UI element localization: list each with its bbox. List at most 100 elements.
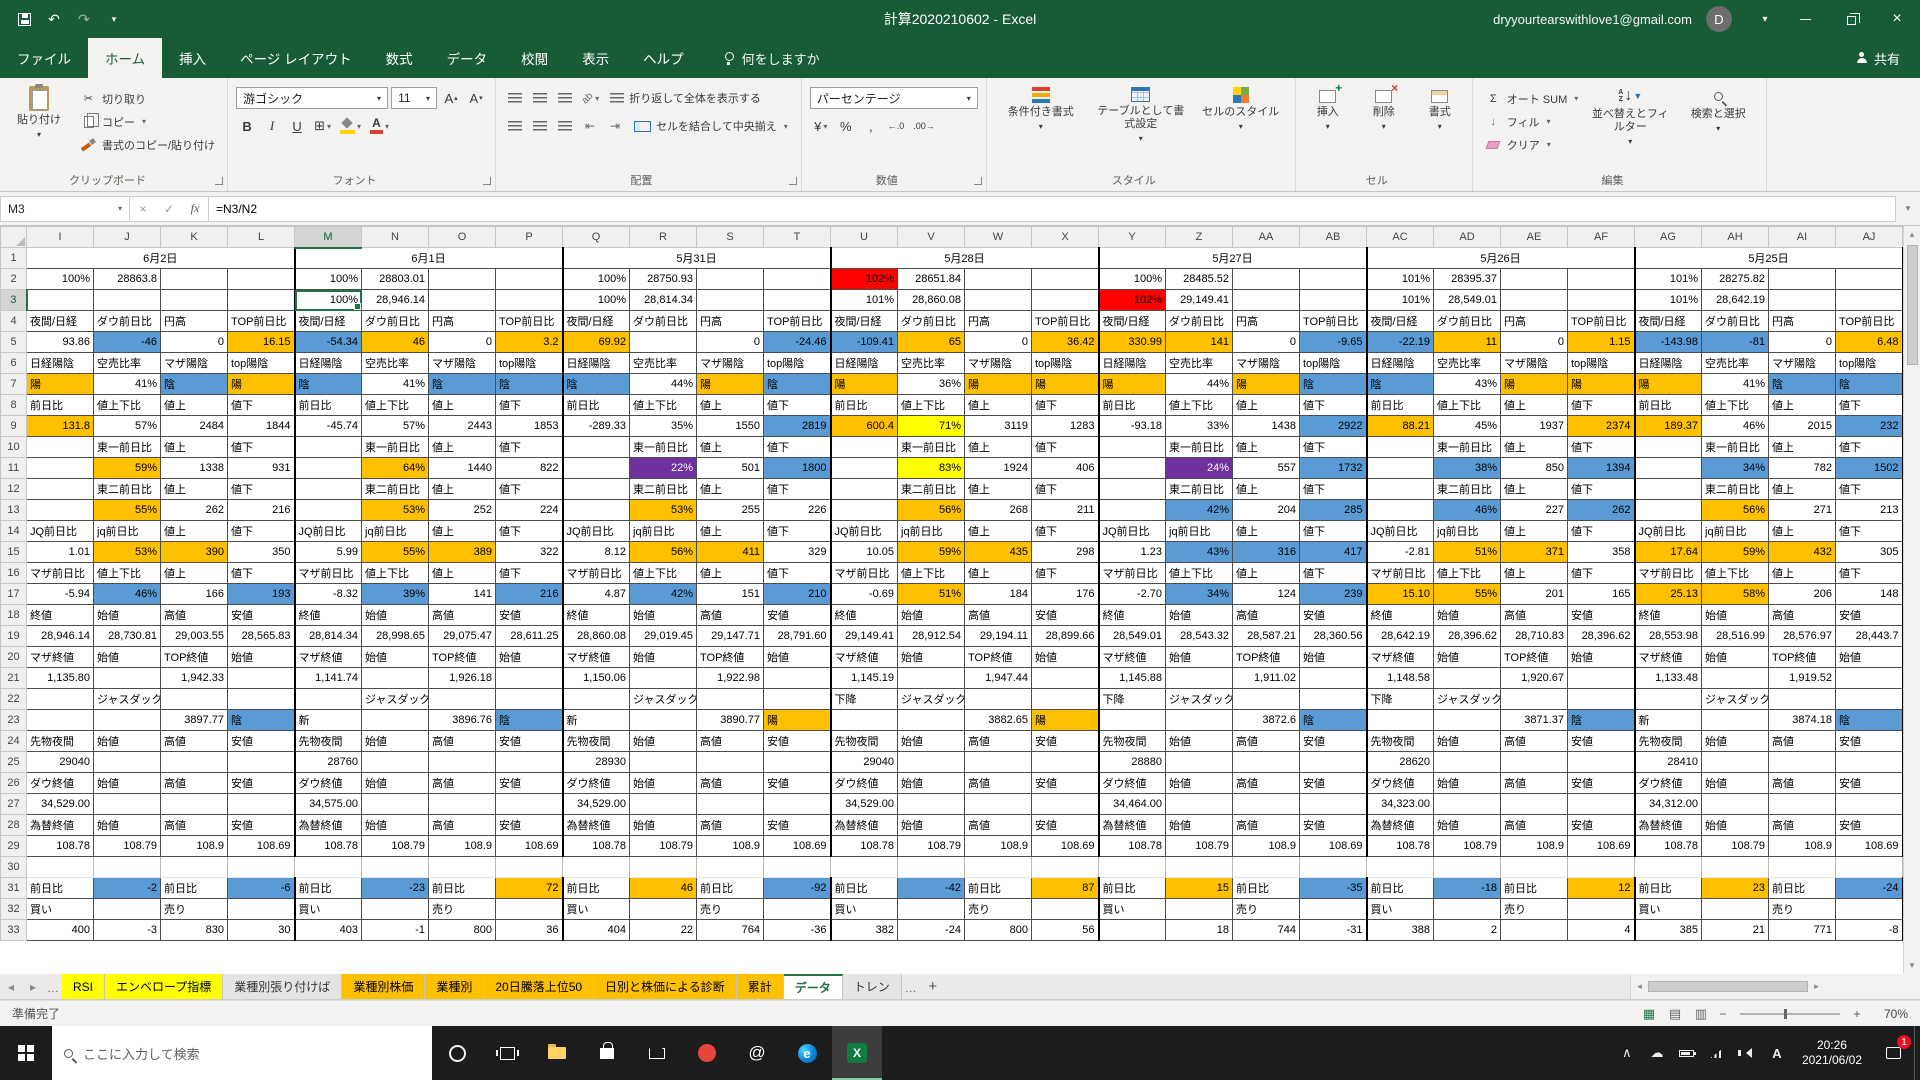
increase-decimal-button[interactable]: ←.0 (885, 115, 908, 137)
cell-J11[interactable]: 59% (94, 458, 161, 479)
cell-N17[interactable]: 39% (362, 584, 429, 605)
cell-U30[interactable] (831, 857, 898, 878)
cell-AH12[interactable]: 東二前日比 (1702, 479, 1769, 500)
cell-R15[interactable]: 56% (630, 542, 697, 563)
cell-L3[interactable] (228, 290, 295, 311)
cell-U27[interactable]: 34,529.00 (831, 794, 898, 815)
cell-AA24[interactable]: 高値 (1233, 731, 1300, 752)
close-button[interactable]: × (1874, 0, 1920, 38)
cell-AI31[interactable]: 前日比 (1769, 878, 1836, 899)
cell-S33[interactable]: 764 (697, 920, 764, 941)
decrease-indent-button[interactable]: ⇤ (579, 115, 601, 137)
cell-X7[interactable]: 陽 (1032, 374, 1099, 395)
format-as-table-button[interactable]: テーブルとして書式設定▾ (1095, 82, 1187, 171)
cell-AB13[interactable]: 285 (1300, 500, 1367, 521)
cell-V4[interactable]: ダウ前日比 (898, 311, 965, 332)
borders-button[interactable]: ⊞▾ (311, 115, 334, 137)
cell-Y24[interactable]: 先物夜間 (1099, 731, 1166, 752)
cell-S5[interactable]: 0 (697, 332, 764, 353)
name-box[interactable]: M3▾ (0, 196, 130, 222)
cell-K16[interactable]: 値上 (161, 563, 228, 584)
cell-P26[interactable]: 安値 (496, 773, 563, 794)
cell-O10[interactable]: 値上 (429, 437, 496, 458)
cell-Q17[interactable]: 4.87 (563, 584, 630, 605)
zoom-slider-thumb[interactable] (1784, 1009, 1787, 1019)
cell-T21[interactable] (764, 668, 831, 689)
cell-Z6[interactable]: 空売比率 (1166, 353, 1233, 374)
cell-U11[interactable] (831, 458, 898, 479)
cell-X12[interactable]: 値下 (1032, 479, 1099, 500)
cell-AI2[interactable] (1769, 269, 1836, 290)
cell-Y14[interactable]: JQ前日比 (1099, 521, 1166, 542)
cell-O16[interactable]: 値上 (429, 563, 496, 584)
cell-N29[interactable]: 108.79 (362, 836, 429, 857)
ribbon-tab-6[interactable]: 校閲 (504, 38, 565, 78)
cell-M11[interactable] (295, 458, 362, 479)
cell-R25[interactable] (630, 752, 697, 773)
cell-AA16[interactable]: 値上 (1233, 563, 1300, 584)
cell-S11[interactable]: 501 (697, 458, 764, 479)
cell-Y30[interactable] (1099, 857, 1166, 878)
cell-M22[interactable] (295, 689, 362, 710)
cell-AA3[interactable] (1233, 290, 1300, 311)
store-button[interactable] (582, 1026, 632, 1080)
cell-P15[interactable]: 322 (496, 542, 563, 563)
cell-I30[interactable] (27, 857, 94, 878)
cell-AH26[interactable]: 始値 (1702, 773, 1769, 794)
cell-M14[interactable]: JQ前日比 (295, 521, 362, 542)
row-header-15[interactable]: 15 (1, 542, 27, 563)
cell-AF10[interactable]: 値下 (1568, 437, 1635, 458)
cell-AA19[interactable]: 28,587.21 (1233, 626, 1300, 647)
cell-X33[interactable]: 56 (1032, 920, 1099, 941)
cell-AD29[interactable]: 108.79 (1434, 836, 1501, 857)
cell-V24[interactable]: 始値 (898, 731, 965, 752)
cell-AH3[interactable]: 28,642.19 (1702, 290, 1769, 311)
cell-R24[interactable]: 始値 (630, 731, 697, 752)
cell-K22[interactable] (161, 689, 228, 710)
conditional-formatting-button[interactable]: 条件付き書式▾ (995, 82, 1087, 171)
cell-O20[interactable]: TOP終値 (429, 647, 496, 668)
cell-J27[interactable] (94, 794, 161, 815)
cell-M28[interactable]: 為替終値 (295, 815, 362, 836)
column-header-Z[interactable]: Z (1166, 227, 1233, 248)
cell-Z2[interactable]: 28485.52 (1166, 269, 1233, 290)
scroll-right-icon[interactable]: ▸ (1808, 981, 1825, 992)
sort-filter-button[interactable]: AZ↓▼並べ替えとフィルター▾ (1590, 82, 1670, 171)
cell-T3[interactable] (764, 290, 831, 311)
cell-AE30[interactable] (1501, 857, 1568, 878)
cell-W2[interactable] (965, 269, 1032, 290)
cell-AE12[interactable]: 値上 (1501, 479, 1568, 500)
cell-AF20[interactable]: 始値 (1568, 647, 1635, 668)
cell-AC13[interactable] (1367, 500, 1434, 521)
cell-V26[interactable]: 始値 (898, 773, 965, 794)
cell-M18[interactable]: 終値 (295, 605, 362, 626)
number-dialog-launcher-icon[interactable] (974, 177, 982, 185)
cell-Z18[interactable]: 始値 (1166, 605, 1233, 626)
cortana-button[interactable] (432, 1026, 482, 1080)
cell-M2[interactable]: 100% (295, 269, 362, 290)
cell-V14[interactable]: jq前日比 (898, 521, 965, 542)
cell-AH22[interactable]: ジャスダック (1702, 689, 1769, 710)
cell-R2[interactable]: 28750.93 (630, 269, 697, 290)
scroll-down-icon[interactable]: ▾ (1904, 957, 1920, 974)
cell-P19[interactable]: 28,611.25 (496, 626, 563, 647)
cell-AA22[interactable] (1233, 689, 1300, 710)
cell-X5[interactable]: 36.42 (1032, 332, 1099, 353)
cell-L2[interactable] (228, 269, 295, 290)
cell-AF17[interactable]: 165 (1568, 584, 1635, 605)
hidden-tabs-indicator-left[interactable]: … (44, 974, 62, 999)
cell-U13[interactable] (831, 500, 898, 521)
cell-AD21[interactable] (1434, 668, 1501, 689)
network-icon[interactable] (1702, 1026, 1732, 1080)
cell-AG24[interactable]: 先物夜間 (1635, 731, 1702, 752)
cell-AJ26[interactable]: 安値 (1836, 773, 1903, 794)
cell-AJ28[interactable]: 安値 (1836, 815, 1903, 836)
cell-V2[interactable]: 28651.84 (898, 269, 965, 290)
increase-indent-button[interactable]: ⇥ (604, 115, 626, 137)
cell-Z8[interactable]: 値上下比 (1166, 395, 1233, 416)
column-header-AH[interactable]: AH (1702, 227, 1769, 248)
cell-U16[interactable]: マザ前日比 (831, 563, 898, 584)
cell-P21[interactable] (496, 668, 563, 689)
horizontal-scrollbar[interactable]: ◂ ▸ (1630, 974, 1920, 999)
currency-format-button[interactable]: ¥▾ (810, 115, 832, 137)
